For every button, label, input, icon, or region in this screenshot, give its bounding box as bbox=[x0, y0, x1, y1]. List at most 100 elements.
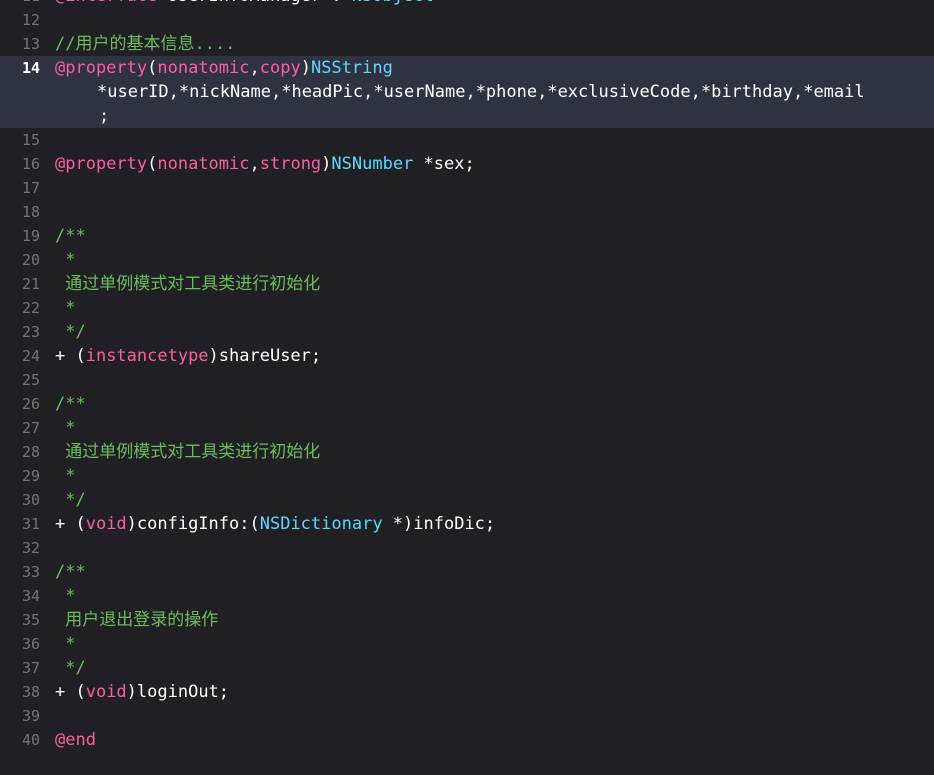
code-line[interactable]: 22 * bbox=[0, 296, 934, 320]
code-line[interactable]: 26 /** bbox=[0, 392, 934, 416]
code-text: @property(nonatomic,strong)NSNumber *sex… bbox=[55, 152, 475, 176]
code-line[interactable]: 30 */ bbox=[0, 488, 934, 512]
wrapped-code-line[interactable]: *userID,*nickName,*headPic,*userName,*ph… bbox=[0, 80, 934, 104]
code-line[interactable]: 15 bbox=[0, 128, 934, 152]
code-line[interactable]: 11 @interface UserInfoManager : NSObject bbox=[0, 0, 934, 8]
code-line[interactable]: 28 通过单例模式对工具类进行初始化 bbox=[0, 440, 934, 464]
code-line[interactable]: 39 bbox=[0, 704, 934, 728]
line-number: 17 bbox=[21, 179, 40, 197]
code-line[interactable]: 34 * bbox=[0, 584, 934, 608]
code-token-plain: )configInfo:( bbox=[126, 514, 260, 534]
code-line[interactable]: 40 @end bbox=[0, 728, 934, 752]
line-number: 23 bbox=[21, 323, 40, 341]
code-text: * bbox=[55, 632, 75, 656]
code-text: */ bbox=[55, 656, 86, 680]
line-number: 18 bbox=[21, 203, 40, 221]
code-line[interactable]: 20 * bbox=[0, 248, 934, 272]
code-line[interactable]: 31 + (void)configInfo:(NSDictionary *)inf… bbox=[0, 512, 934, 536]
line-number: 35 bbox=[21, 611, 40, 629]
line-number: 25 bbox=[21, 371, 40, 389]
code-token-comment: /** bbox=[55, 226, 86, 246]
code-text: + (void)configInfo:(NSDictionary *)infoD… bbox=[55, 512, 495, 536]
code-token-comment: * bbox=[55, 466, 76, 486]
code-text: @interface UserInfoManager : NSObject bbox=[55, 0, 434, 8]
line-number: 20 bbox=[21, 251, 40, 269]
wrapped-code-line[interactable]: ; bbox=[0, 104, 934, 128]
line-number: 37 bbox=[21, 659, 40, 677]
code-line[interactable]: 24 + (instancetype)shareUser; bbox=[0, 344, 934, 368]
code-token-plain: , bbox=[249, 58, 260, 78]
code-text: * bbox=[55, 584, 75, 608]
code-token-keyword: strong bbox=[259, 154, 322, 174]
code-line[interactable]: 36 * bbox=[0, 632, 934, 656]
code-token-comment: */ bbox=[55, 658, 86, 678]
code-token-comment: //用户的基本信息.... bbox=[55, 34, 236, 54]
code-token-plain: ( bbox=[147, 154, 158, 174]
line-number: 11 bbox=[0, 0, 40, 8]
code-token-keyword: copy bbox=[259, 58, 301, 78]
code-text: 通过单例模式对工具类进行初始化 bbox=[55, 272, 320, 296]
code-token-plain: ) bbox=[300, 58, 311, 78]
code-text: * bbox=[55, 296, 75, 320]
code-text: 通过单例模式对工具类进行初始化 bbox=[55, 440, 320, 464]
line-number: 29 bbox=[21, 467, 40, 485]
code-line[interactable]: 27 * bbox=[0, 416, 934, 440]
code-token-keyword: nonatomic bbox=[157, 154, 250, 174]
code-token-comment: 通过单例模式对工具类进行初始化 bbox=[55, 442, 321, 462]
line-number: 33 bbox=[21, 563, 40, 581]
code-token-plain: *userID,*nickName,*headPic,*userName,*ph… bbox=[97, 82, 865, 102]
line-number: 13 bbox=[21, 35, 40, 53]
code-line[interactable]: 35 用户退出登录的操作 bbox=[0, 608, 934, 632]
code-token-keyword: void bbox=[85, 514, 127, 534]
code-line[interactable]: 37 */ bbox=[0, 656, 934, 680]
code-text: * bbox=[55, 416, 75, 440]
code-line[interactable]: 29 * bbox=[0, 464, 934, 488]
code-token-plain: ) bbox=[321, 154, 332, 174]
current-code-line[interactable]: 14 @property(nonatomic,copy)NSString bbox=[0, 56, 934, 80]
line-number: 15 bbox=[21, 131, 40, 149]
code-token-comment: * bbox=[55, 634, 76, 654]
line-number: 21 bbox=[21, 275, 40, 293]
code-line[interactable]: 25 bbox=[0, 368, 934, 392]
code-token-comment: */ bbox=[55, 322, 86, 342]
code-token-comment: */ bbox=[55, 490, 86, 510]
code-line[interactable]: 21 通过单例模式对工具类进行初始化 bbox=[0, 272, 934, 296]
code-token-comment: * bbox=[55, 418, 76, 438]
code-token-keyword: @interface bbox=[55, 0, 157, 6]
code-editor[interactable]: 11@interface UserInfoManager : NSObject1… bbox=[0, 0, 934, 752]
code-line[interactable]: 38 + (void)loginOut; bbox=[0, 680, 934, 704]
line-number: 34 bbox=[21, 587, 40, 605]
code-text: //用户的基本信息.... bbox=[55, 32, 235, 56]
code-token-plain: ( bbox=[147, 58, 158, 78]
line-number: 26 bbox=[21, 395, 40, 413]
code-line[interactable]: 17 bbox=[0, 176, 934, 200]
code-line[interactable]: 33 /** bbox=[0, 560, 934, 584]
code-token-keyword: instancetype bbox=[85, 346, 209, 366]
code-token-plain: )loginOut; bbox=[126, 682, 230, 702]
line-number: 36 bbox=[21, 635, 40, 653]
code-token-comment: * bbox=[55, 586, 76, 606]
code-line[interactable]: 18 bbox=[0, 200, 934, 224]
code-token-keyword: @property bbox=[55, 154, 148, 174]
code-line[interactable]: 16 @property(nonatomic,strong)NSNumber *s… bbox=[0, 152, 934, 176]
code-token-plain: *sex; bbox=[413, 154, 475, 174]
code-text: * bbox=[55, 248, 75, 272]
code-line[interactable]: 19 /** bbox=[0, 224, 934, 248]
code-text: + (void)loginOut; bbox=[55, 680, 229, 704]
code-text: /** bbox=[55, 560, 86, 584]
code-token-keyword: @end bbox=[55, 730, 96, 750]
code-line[interactable]: 13 //用户的基本信息.... bbox=[0, 32, 934, 56]
code-token-plain: + ( bbox=[55, 514, 86, 534]
code-line[interactable]: 32 bbox=[0, 536, 934, 560]
code-text: + (instancetype)shareUser; bbox=[55, 344, 321, 368]
code-token-type: NSObject bbox=[352, 0, 434, 6]
code-token-type: NSString bbox=[310, 58, 393, 78]
code-token-plain: + ( bbox=[55, 346, 86, 366]
code-line[interactable]: 12 bbox=[0, 8, 934, 32]
code-token-comment: * bbox=[55, 250, 76, 270]
line-number: 30 bbox=[21, 491, 40, 509]
code-line[interactable]: 23 */ bbox=[0, 320, 934, 344]
code-token-plain: )shareUser; bbox=[208, 346, 322, 366]
code-token-comment: /** bbox=[55, 394, 86, 414]
line-number: 40 bbox=[21, 731, 40, 749]
